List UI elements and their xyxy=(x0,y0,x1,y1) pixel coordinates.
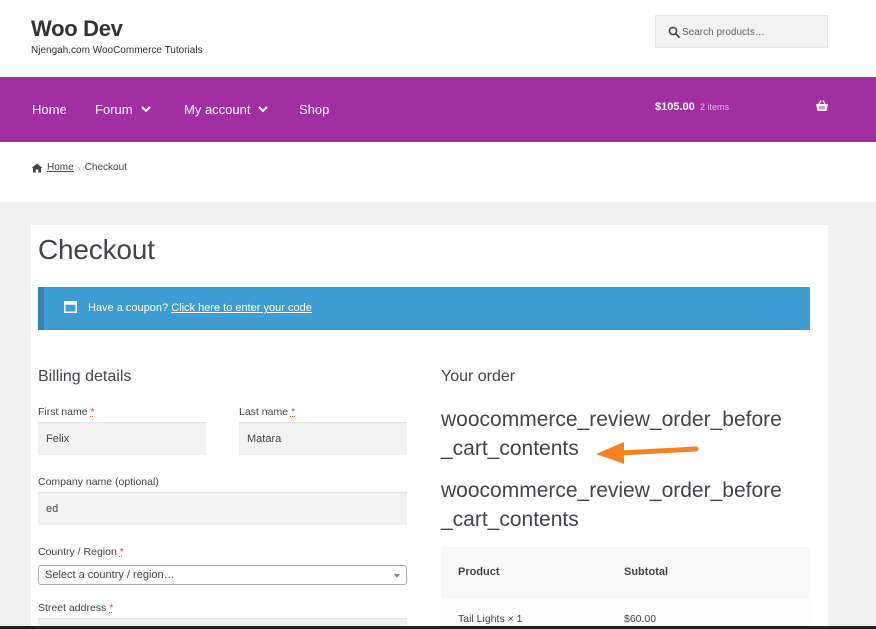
nav-item-label: Forum xyxy=(95,102,133,117)
required-mark: * xyxy=(290,406,296,418)
search-box[interactable] xyxy=(655,15,828,48)
home-icon xyxy=(31,163,43,172)
required-mark: * xyxy=(90,406,95,418)
order-review-table: Product Subtotal Tail Lights × 1 $60.00 xyxy=(441,547,810,629)
required-mark: * xyxy=(109,602,114,614)
first-name-label-text: First name xyxy=(38,406,88,418)
order-heading: Your order xyxy=(441,368,516,385)
coupon-link[interactable]: Click here to enter your code xyxy=(171,302,312,314)
last-name-value: Matara xyxy=(247,432,282,445)
billing-heading: Billing details xyxy=(38,368,132,385)
cart-total[interactable]: $105.00 xyxy=(655,101,695,113)
nav-item-home[interactable]: Home xyxy=(32,102,67,117)
nav-item-forum[interactable]: Forum xyxy=(95,102,151,117)
country-select[interactable]: Select a country / region… xyxy=(38,565,407,585)
table-row: Tail Lights × 1 $60.00 xyxy=(441,599,810,629)
last-name-field[interactable]: Matara xyxy=(239,422,407,455)
dropdown-arrow-icon xyxy=(394,574,400,578)
required-mark: * xyxy=(119,546,124,558)
page-title: Checkout xyxy=(38,234,155,265)
annotation-arrow-icon xyxy=(596,442,699,464)
street-label-text: Street address xyxy=(38,602,107,614)
coupon-notice: Have a coupon? Click here to enter your … xyxy=(38,287,810,330)
column-header-product: Product xyxy=(458,566,500,578)
last-name-label-text: Last name xyxy=(239,406,289,418)
chevron-down-icon xyxy=(258,106,269,113)
hook-output-2: woocommerce_review_order_before _cart_co… xyxy=(441,476,811,534)
site-header: Woo Dev Njengah.com WooCommerce Tutorial… xyxy=(0,0,876,77)
nav-item-shop[interactable]: Shop xyxy=(299,102,329,117)
basket-icon[interactable] xyxy=(815,99,829,113)
site-description: Njengah.com WooCommerce Tutorials xyxy=(31,45,203,56)
column-header-subtotal: Subtotal xyxy=(624,566,668,578)
country-label: Country / Region * xyxy=(38,546,124,558)
breadcrumb-separator: › xyxy=(77,162,81,173)
nav-item-label: Shop xyxy=(299,102,330,117)
first-name-field[interactable]: Felix xyxy=(38,422,206,455)
order-table-header: Product Subtotal xyxy=(441,547,810,599)
search-icon xyxy=(668,26,680,38)
coupon-question: Have a coupon? xyxy=(88,302,169,314)
breadcrumb-home-link[interactable]: Home xyxy=(47,162,74,173)
primary-navigation: Home Forum My account Shop $105.00 2 ite… xyxy=(0,77,876,142)
first-name-label: First name * xyxy=(38,406,95,418)
country-select-value: Select a country / region… xyxy=(45,569,175,581)
coupon-text: Have a coupon? Click here to enter your … xyxy=(88,302,312,314)
first-name-value: Felix xyxy=(46,432,70,445)
street-label: Street address * xyxy=(38,602,113,614)
cart-count[interactable]: 2 items xyxy=(700,102,729,112)
site-title[interactable]: Woo Dev xyxy=(31,16,123,42)
hook-output-2-line1: woocommerce_review_order_before xyxy=(441,479,782,502)
country-label-text: Country / Region xyxy=(38,546,117,558)
breadcrumb: Home › Checkout xyxy=(31,162,127,173)
order-item-subtotal: $60.00 xyxy=(624,613,657,625)
calendar-icon xyxy=(64,301,77,313)
hook-output-2-line2: _cart_contents xyxy=(441,508,579,531)
search-input[interactable] xyxy=(682,23,822,41)
last-name-label: Last name * xyxy=(239,406,295,418)
hook-output-1-line1: woocommerce_review_order_before xyxy=(441,408,782,431)
nav-item-label: Home xyxy=(32,102,67,117)
company-value: ed xyxy=(46,502,59,515)
order-item-product: Tail Lights × 1 xyxy=(458,613,523,625)
breadcrumb-current: Checkout xyxy=(84,162,127,173)
company-label: Company name (optional) xyxy=(38,476,159,488)
company-field[interactable]: ed xyxy=(38,492,407,525)
nav-item-my-account[interactable]: My account xyxy=(184,102,269,117)
chevron-down-icon xyxy=(140,106,151,113)
nav-item-label: My account xyxy=(184,102,251,117)
